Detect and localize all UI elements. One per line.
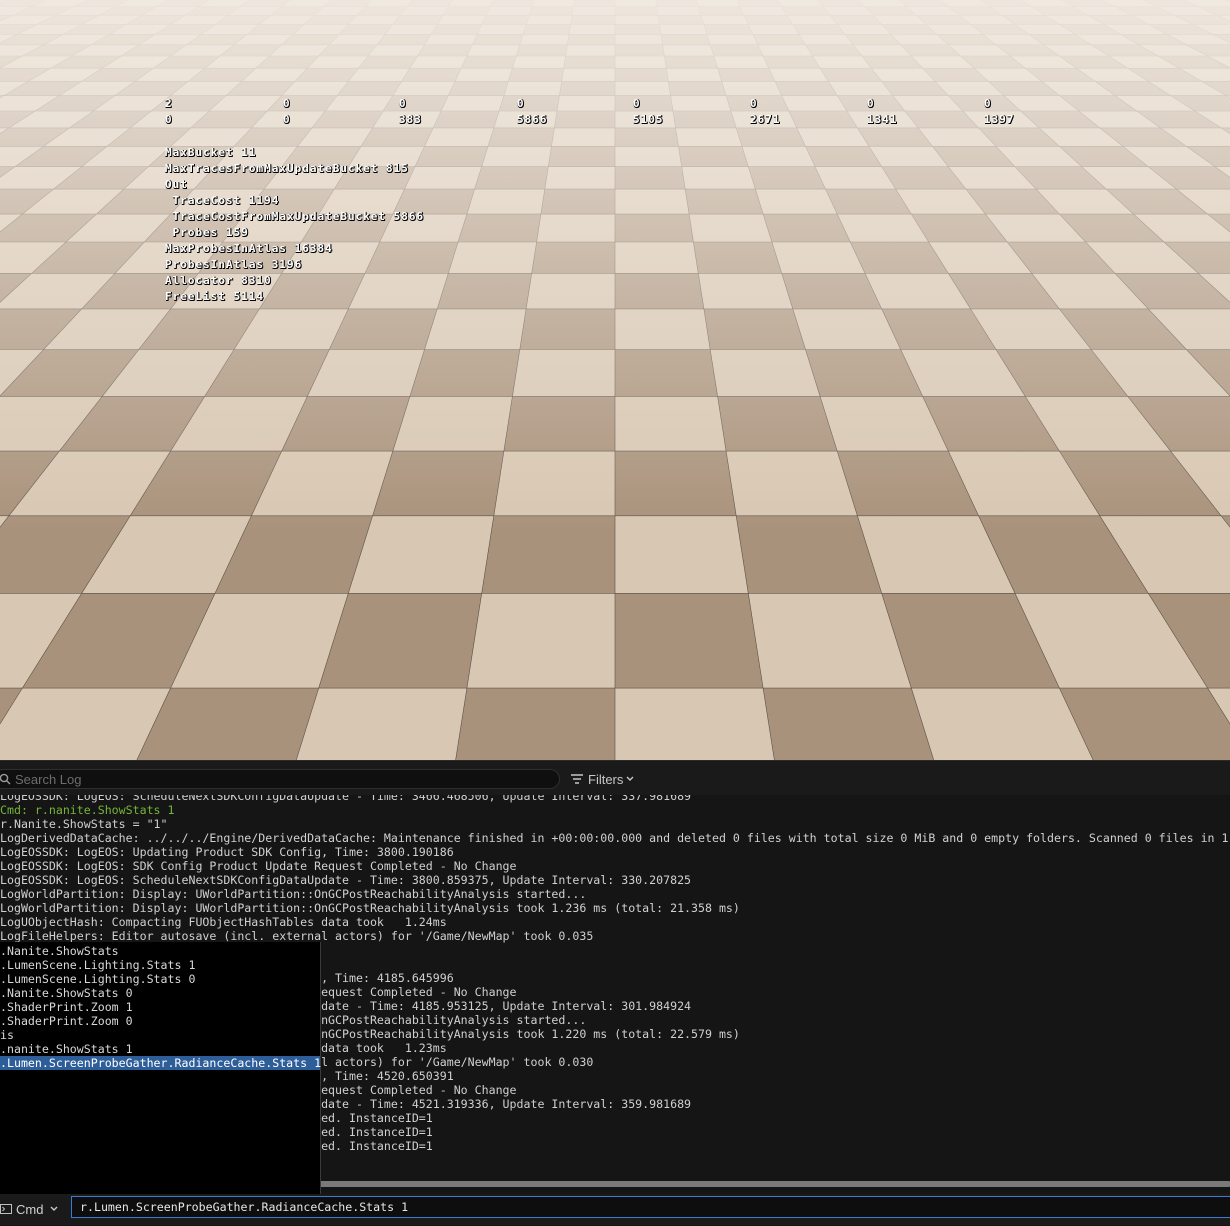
- log-line[interactable]: LogWorldPartition: Display: UWorldPartit…: [0, 901, 740, 915]
- stats-grid-cell: 5866: [517, 113, 548, 126]
- log-toolbar: Filters: [0, 761, 1230, 795]
- console-input-box[interactable]: [71, 1196, 1230, 1218]
- stats-line: TraceCostFromMaxUpdateBucket 5866: [165, 210, 425, 223]
- log-line[interactable]: LogDerivedDataCache: ../../../Engine/Der…: [0, 831, 1229, 845]
- log-line[interactable]: LogEOSSDK: LogEOS: SDK Config Product Up…: [0, 859, 517, 873]
- cmd-mode-dropdown[interactable]: Cmd: [0, 1199, 59, 1219]
- stats-grid-cell: 0: [399, 97, 407, 110]
- stats-grid-cell: 383: [399, 113, 422, 126]
- stats-grid-cell: 0: [165, 113, 173, 126]
- stats-line: MaxBucket 11: [165, 146, 257, 159]
- stats-grid-cell: 0: [283, 113, 291, 126]
- stats-grid-cell: 0: [517, 97, 525, 110]
- log-line[interactable]: LogEOSSDK: LogEOS: Updating Product SDK …: [0, 845, 454, 859]
- log-line[interactable]: LogEOSSDK: LogEOS: ScheduleNextSDKConfig…: [0, 873, 691, 887]
- stats-grid-cell: 0: [984, 97, 992, 110]
- log-line[interactable]: LogFileHelpers: Editor autosave (incl. e…: [0, 929, 593, 943]
- search-icon: [0, 773, 11, 785]
- console-command-input[interactable]: [80, 1198, 1230, 1216]
- log-command-line[interactable]: Cmd: r.nanite.ShowStats 1: [0, 803, 175, 817]
- log-line[interactable]: r.Nanite.ShowStats = "1": [0, 817, 168, 831]
- autocomplete-item[interactable]: .LumenScene.Lighting.Stats 0: [0, 972, 320, 986]
- autocomplete-item[interactable]: .ShaderPrint.Zoom 1: [0, 1000, 320, 1014]
- filters-button[interactable]: Filters: [570, 770, 641, 788]
- log-line[interactable]: LogWorldPartition: Display: UWorldPartit…: [0, 887, 586, 901]
- terminal-icon: [0, 1204, 12, 1214]
- filter-icon: [571, 774, 583, 784]
- stats-line: MaxProbesInAtlas 16384: [165, 242, 333, 255]
- stats-grid-cell: 0: [633, 97, 641, 110]
- autocomplete-item[interactable]: is: [0, 1028, 320, 1042]
- stats-line: Out: [165, 178, 188, 191]
- stats-grid-cell: 0: [867, 97, 875, 110]
- search-input[interactable]: [15, 770, 535, 788]
- cmd-mode-label: Cmd: [16, 1201, 44, 1217]
- stats-line: FreeList 5114: [165, 290, 265, 303]
- stats-grid-cell: 1341: [867, 113, 898, 126]
- chevron-down-icon: [50, 1206, 58, 1211]
- horizontal-scrollbar[interactable]: [320, 1181, 1230, 1187]
- autocomplete-list: .Nanite.ShowStats .LumenScene.Lighting.St…: [0, 942, 321, 1194]
- stats-line: TraceCost 1194: [165, 194, 280, 207]
- stats-grid-cell: 1397: [984, 113, 1015, 126]
- stats-grid-cell: 2: [165, 97, 173, 110]
- stats-grid-cell: 0: [283, 97, 291, 110]
- command-bar: Cmd: [0, 1194, 1230, 1225]
- chevron-down-icon: [626, 776, 634, 781]
- stats-line: ProbesInAtlas 3196: [165, 258, 303, 271]
- stats-grid-cell: 5105: [633, 113, 664, 126]
- radiance-cache-stats-overlay: 2 0 0 0 0 0 0 0 0 0 383 5866 5105 2671 1341 1397 MaxBuck…: [0, 0, 1230, 760]
- log-line[interactable]: LogUObjectHash: Compacting FUObjectHashT…: [0, 915, 447, 929]
- filters-label: Filters: [588, 771, 624, 787]
- log-line[interactable]: LogEOSSDK: LogEOS: ScheduleNextSDKConfig…: [0, 795, 691, 803]
- stats-line: MaxTracesFromMaxUpdateBucket 815: [165, 162, 409, 175]
- autocomplete-item[interactable]: .Nanite.ShowStats: [0, 944, 320, 958]
- stats-line: Probes 159: [165, 226, 249, 239]
- autocomplete-item[interactable]: .LumenScene.Lighting.Stats 1: [0, 958, 320, 972]
- level-viewport[interactable]: 2 0 0 0 0 0 0 0 0 0 383 5866 5105 2671 1341 1397 MaxBuck…: [0, 0, 1230, 760]
- stats-line: Allocator 8310: [165, 274, 272, 287]
- stats-grid-cell: 0: [750, 97, 758, 110]
- autocomplete-item[interactable]: .nanite.ShowStats 1: [0, 1042, 320, 1056]
- autocomplete-item[interactable]: .Nanite.ShowStats 0: [0, 986, 320, 1000]
- search-box[interactable]: [0, 769, 560, 789]
- autocomplete-item-selected[interactable]: .Lumen.ScreenProbeGather.RadianceCache.S…: [0, 1056, 321, 1070]
- stats-grid-cell: 2671: [750, 113, 781, 126]
- autocomplete-item[interactable]: .ShaderPrint.Zoom 0: [0, 1014, 320, 1028]
